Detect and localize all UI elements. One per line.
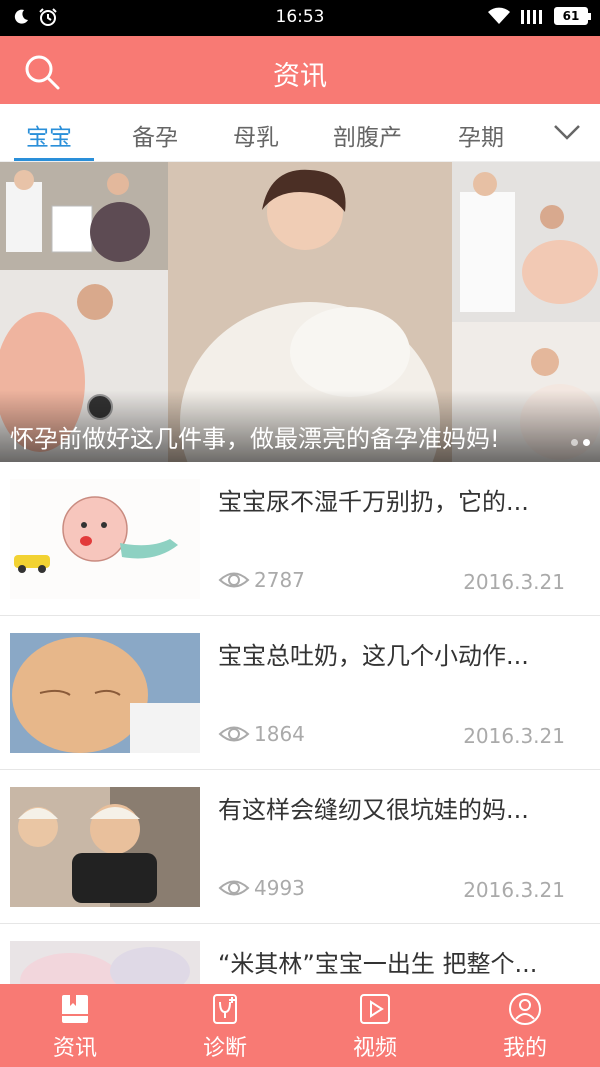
signal-icon (521, 10, 542, 24)
nav-diagnosis[interactable]: 诊断 (150, 984, 300, 1067)
chevron-down-icon[interactable] (552, 120, 582, 144)
nav-news[interactable]: 资讯 (0, 984, 150, 1067)
video-icon (360, 994, 390, 1024)
news-list: 宝宝尿不湿千万别扔，它的... 2787 2016.3.21 宝宝总吐奶，这几个… (0, 462, 600, 984)
tab-pregnancy[interactable]: 孕期 (458, 118, 504, 152)
diagnosis-icon (213, 994, 237, 1024)
profile-icon (509, 993, 541, 1025)
category-tabs: 宝宝 备孕 母乳 剖腹产 孕期 (0, 104, 600, 162)
carousel-dot (571, 439, 578, 446)
news-title[interactable]: 宝宝尿不湿千万别扔，它的... (218, 482, 568, 517)
nav-label: 我的 (502, 1036, 547, 1061)
nav-label: 资讯 (52, 1036, 97, 1061)
view-count: 4993 (218, 876, 305, 900)
eye-icon (218, 572, 250, 588)
page-title: 资讯 (273, 61, 327, 92)
banner-carousel[interactable]: 怀孕前做好这几件事，做最漂亮的备孕准妈妈! (0, 162, 600, 462)
view-count: 1864 (218, 722, 305, 746)
publish-date: 2016.3.21 (463, 570, 565, 594)
status-bar: 16:53 61 (0, 0, 600, 36)
news-item[interactable]: 宝宝总吐奶，这几个小动作... 1864 2016.3.21 (0, 616, 600, 770)
news-thumbnail (10, 787, 200, 907)
nav-video[interactable]: 视频 (300, 984, 450, 1067)
carousel-dot-active (583, 439, 590, 446)
nav-label: 诊断 (202, 1036, 247, 1061)
bottom-navigation: 资讯 诊断 视频 我的 (0, 984, 600, 1067)
news-title[interactable]: 宝宝总吐奶，这几个小动作... (218, 636, 568, 671)
nav-label: 视频 (352, 1036, 397, 1061)
eye-icon (218, 726, 250, 742)
tab-breastfeeding[interactable]: 母乳 (233, 118, 279, 152)
news-thumbnail (10, 479, 200, 599)
news-thumbnail (10, 941, 200, 984)
app-header: 资讯 (0, 36, 600, 104)
view-count-value: 1864 (254, 722, 305, 746)
publish-date: 2016.3.21 (463, 724, 565, 748)
tab-cesarean[interactable]: 剖腹产 (333, 118, 402, 152)
news-thumbnail (10, 633, 200, 753)
news-item[interactable]: 宝宝尿不湿千万别扔，它的... 2787 2016.3.21 (0, 462, 600, 616)
news-title[interactable]: “米其林”宝宝一出生 把整个... (218, 944, 568, 979)
news-item[interactable]: “米其林”宝宝一出生 把整个... (0, 924, 600, 984)
news-icon (62, 995, 88, 1023)
battery-icon: 61 (554, 7, 591, 25)
news-item[interactable]: 有这样会缝纫又很坑娃的妈... 4993 2016.3.21 (0, 770, 600, 924)
wifi-icon (488, 7, 510, 24)
nav-profile[interactable]: 我的 (450, 984, 600, 1067)
view-count: 2787 (218, 568, 305, 592)
tab-baby[interactable]: 宝宝 (26, 118, 72, 152)
banner-caption[interactable]: 怀孕前做好这几件事，做最漂亮的备孕准妈妈! (10, 419, 500, 454)
carousel-indicator (571, 439, 590, 446)
publish-date: 2016.3.21 (463, 878, 565, 902)
active-tab-indicator (14, 158, 94, 161)
tab-pregnancy-prep[interactable]: 备孕 (132, 118, 178, 152)
news-title[interactable]: 有这样会缝纫又很坑娃的妈... (218, 790, 568, 825)
eye-icon (218, 880, 250, 896)
view-count-value: 2787 (254, 568, 305, 592)
view-count-value: 4993 (254, 876, 305, 900)
